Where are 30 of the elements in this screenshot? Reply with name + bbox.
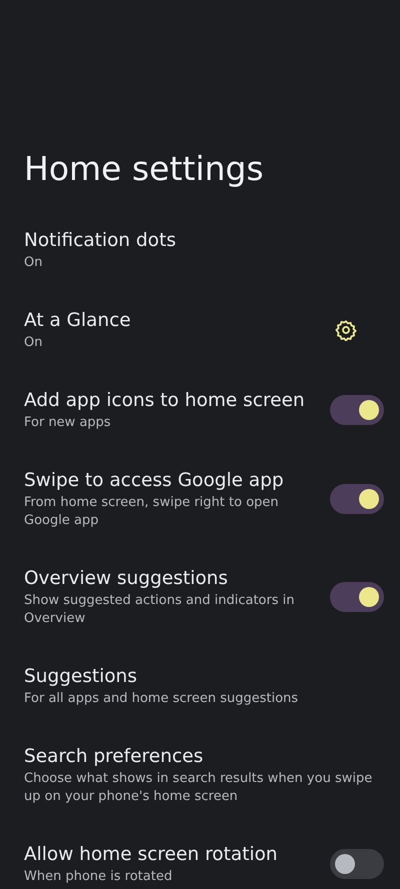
settings-item[interactable]: Search preferences Choose what shows in search results when you swipe up on your phone's home screen — [24, 726, 384, 824]
settings-item[interactable]: Swipe to access Google app From home screen, swipe right to open Google app — [24, 450, 384, 548]
setting-summary: For all apps and home screen suggestions — [24, 690, 300, 708]
settings-item[interactable]: At a Glance On — [24, 290, 384, 370]
toggle-switch[interactable] — [330, 849, 384, 879]
setting-summary: Show suggested actions and indicators in Overview — [24, 592, 296, 628]
setting-title: At a Glance — [24, 309, 132, 333]
setting-title: Suggestions — [24, 665, 138, 689]
toggle-switch[interactable] — [330, 582, 384, 612]
toggle-switch[interactable] — [330, 395, 384, 425]
setting-summary: From home screen, swipe right to open Google app — [24, 494, 280, 530]
settings-item[interactable]: Add app icons to home screen For new apps — [24, 370, 384, 450]
setting-title: Allow home screen rotation — [24, 843, 279, 867]
setting-summary: When phone is rotated — [24, 868, 174, 886]
setting-title: Swipe to access Google app — [24, 469, 285, 493]
settings-item[interactable]: Overview suggestions Show suggested actions and indicators in Overview — [24, 548, 384, 646]
settings-icon[interactable] — [335, 319, 357, 341]
setting-summary: Choose what shows in search results when you swipe up on your phone's home screen — [24, 770, 374, 806]
setting-summary: On — [24, 334, 44, 352]
setting-summary: For new apps — [24, 414, 112, 432]
page-title: Home settings — [24, 148, 265, 190]
setting-title: Add app icons to home screen — [24, 389, 306, 413]
settings-item[interactable]: Notification dots On — [24, 210, 384, 290]
setting-title: Search preferences — [24, 745, 204, 769]
toggle-switch[interactable] — [330, 484, 384, 514]
settings-item[interactable]: Allow home screen rotation When phone is rotated — [24, 824, 384, 889]
setting-title: Overview suggestions — [24, 567, 229, 591]
setting-summary: On — [24, 254, 44, 272]
setting-title: Notification dots — [24, 229, 177, 253]
settings-item[interactable]: Suggestions For all apps and home screen suggestions — [24, 646, 384, 726]
